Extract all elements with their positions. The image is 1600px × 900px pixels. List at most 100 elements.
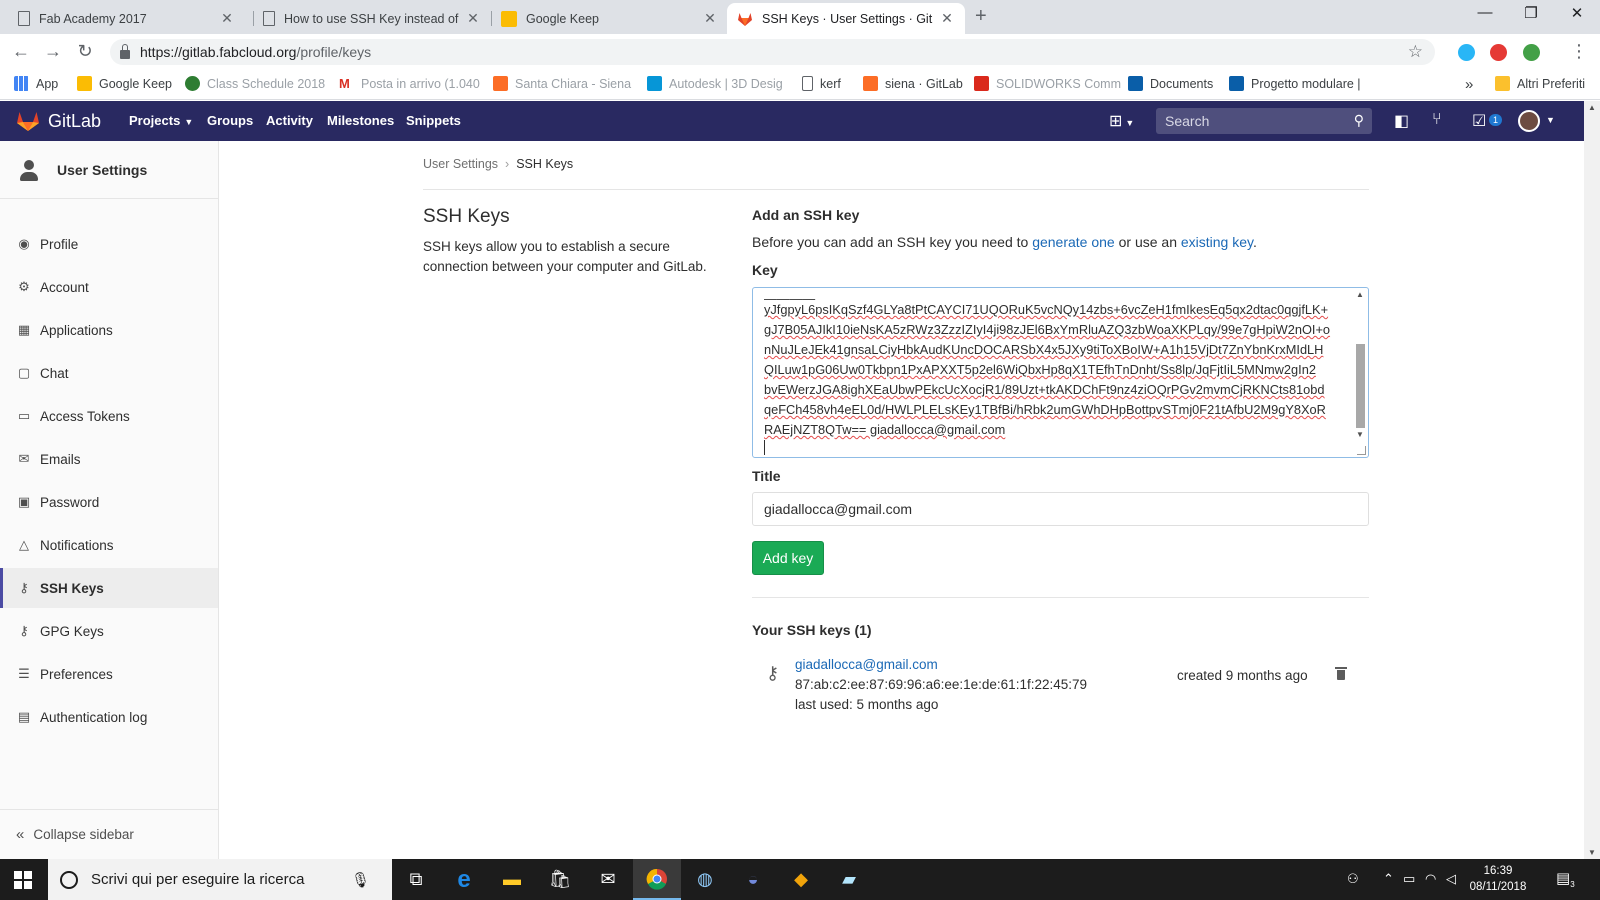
nav-groups[interactable]: Groups (207, 113, 253, 128)
chrome-icon[interactable] (633, 859, 681, 900)
scroll-up-icon[interactable]: ▲ (1356, 290, 1364, 299)
search-input[interactable]: Search ⚲ (1156, 108, 1372, 134)
wifi-icon[interactable]: ◠ (1425, 871, 1436, 887)
chevron-up-icon[interactable]: ⌃ (1383, 871, 1394, 887)
scroll-up-icon[interactable]: ▲ (1588, 103, 1596, 112)
sidebar-item-preferences[interactable]: ☰ Preferences (0, 654, 218, 694)
git-icon[interactable]: ◆ (777, 859, 825, 900)
sidebar-item-emails[interactable]: ✉ Emails (0, 439, 218, 479)
bookmark-item[interactable]: Progetto modulare | (1229, 76, 1361, 91)
edge-icon[interactable]: e (440, 859, 488, 900)
nav-snippets[interactable]: Snippets (406, 113, 461, 128)
minimize-button[interactable]: — (1462, 4, 1508, 21)
file-explorer-icon[interactable]: ▬ (488, 859, 536, 900)
breadcrumb-current[interactable]: SSH Keys (516, 157, 573, 171)
windows-start-icon[interactable] (14, 871, 32, 889)
microphone-icon[interactable]: 🎙 (351, 871, 370, 889)
sidebar-item-notifications[interactable]: △ Notifications (0, 525, 218, 565)
title-input[interactable]: giadallocca@gmail.com (752, 492, 1369, 526)
nav-activity[interactable]: Activity (266, 113, 313, 128)
sidebar-item-account[interactable]: ⚙ Account (0, 267, 218, 307)
scroll-down-icon[interactable]: ▼ (1588, 848, 1596, 857)
notification-center-icon[interactable]: ▤3 (1556, 869, 1575, 889)
bookmark-item[interactable]: M Posta in arrivo (1.040 (339, 76, 480, 91)
key-line-partial: ▬▬▬▬▬▬▬▬▬▬▬▬▬▬▬▬▬▬▬▬▬▬▬▬▬▬▬▬▬▬▬▬▬▬▬▬▬▬▬▬… (764, 291, 816, 300)
bookmark-item[interactable]: kerf (802, 76, 841, 91)
generate-one-link[interactable]: generate one (1032, 234, 1115, 250)
system-clock[interactable]: 16:39 08/11/2018 (1468, 863, 1528, 895)
scrollbar-thumb[interactable] (1356, 344, 1365, 428)
bookmark-item[interactable]: siena · GitLab (863, 76, 963, 91)
breadcrumb-parent[interactable]: User Settings (423, 157, 498, 171)
taskbar-search-input[interactable]: Scrivi qui per eseguire la ricerca 🎙 (48, 859, 392, 900)
reload-icon[interactable]: ↻ (74, 41, 96, 62)
sidebar-item-access-tokens[interactable]: ▭ Access Tokens (0, 396, 218, 436)
nav-milestones[interactable]: Milestones (327, 113, 394, 128)
other-bookmarks-folder[interactable]: Altri Preferiti (1495, 76, 1585, 91)
task-view-icon[interactable]: ⧉ (392, 859, 440, 900)
cloud-extension-icon[interactable] (1458, 44, 1475, 61)
sidebar-item-profile[interactable]: ◉ Profile (0, 224, 218, 264)
back-icon[interactable]: ← (10, 41, 32, 62)
gitlab-home-link[interactable]: GitLab (16, 110, 101, 132)
merge-requests-icon[interactable]: ⑂ (1432, 111, 1442, 129)
sidebar-item-password[interactable]: ▣ Password (0, 482, 218, 522)
people-icon[interactable]: ⚇ (1347, 871, 1359, 887)
ssh-key-title-link[interactable]: giadallocca@gmail.com (795, 657, 938, 672)
bookmark-item[interactable]: Autodesk | 3D Desig (647, 76, 783, 91)
restore-button[interactable]: ❐ (1508, 4, 1554, 22)
nav-projects[interactable]: Projects ▼ (129, 113, 193, 128)
page-title: SSH Keys (423, 206, 510, 227)
volume-icon[interactable]: ◁ (1446, 871, 1456, 887)
close-icon[interactable]: ✕ (939, 10, 955, 27)
trash-icon[interactable] (1334, 666, 1348, 682)
sidebar-item-gpg-keys[interactable]: ⚷ GPG Keys (0, 611, 218, 651)
browser-tab-active[interactable]: SSH Keys · User Settings · GitLab ✕ (727, 3, 965, 34)
browser-tab[interactable]: Google Keep ✕ (491, 3, 728, 34)
opera-extension-icon[interactable] (1490, 44, 1507, 61)
avatar[interactable] (1518, 110, 1540, 132)
resize-handle-icon[interactable] (1357, 446, 1366, 455)
browser-tab[interactable]: Fab Academy 2017 ✕ (8, 3, 245, 34)
menu-icon[interactable]: ⋮ (1568, 41, 1590, 62)
sidebar-item-authentication-log[interactable]: ▤ Authentication log (0, 697, 218, 737)
existing-key-link[interactable]: existing key (1181, 234, 1253, 250)
close-icon[interactable]: ✕ (702, 10, 718, 27)
bookmark-item[interactable]: Santa Chiara - Siena (493, 76, 631, 91)
bookmark-item[interactable]: Documents (1128, 76, 1213, 91)
url-field[interactable]: https://gitlab.fabcloud.org/profile/keys… (110, 39, 1435, 65)
bookmarks-more-button[interactable]: » (1465, 76, 1473, 93)
textarea-scrollbar[interactable]: ▲ ▼ (1354, 290, 1367, 455)
sidebar-item-chat[interactable]: ▢ Chat (0, 353, 218, 393)
page-scrollbar[interactable]: ▲ ▼ (1584, 101, 1600, 859)
star-icon[interactable]: ☆ (1408, 42, 1423, 62)
todos-icon[interactable]: ☑ (1472, 111, 1486, 131)
battery-icon[interactable]: ▭ (1403, 871, 1415, 887)
bookmark-item[interactable]: App (14, 76, 58, 91)
key-textarea[interactable]: ▬▬▬▬▬▬▬▬▬▬▬▬▬▬▬▬▬▬▬▬▬▬▬▬▬▬▬▬▬▬▬▬▬▬▬▬▬▬▬▬… (752, 287, 1369, 458)
app-icon[interactable]: ◍ (681, 859, 729, 900)
sidebar-header[interactable]: User Settings (0, 141, 218, 199)
profile-icon[interactable] (1523, 44, 1540, 61)
new-tab-button[interactable]: + (975, 5, 987, 28)
scroll-down-icon[interactable]: ▼ (1356, 430, 1364, 439)
close-window-button[interactable]: ✕ (1554, 4, 1600, 22)
sidebar-item-ssh-keys[interactable]: ⚷ SSH Keys (0, 568, 218, 608)
new-item-icon[interactable]: ⊞ ▼ (1109, 111, 1134, 131)
issues-icon[interactable]: ◧ (1394, 111, 1409, 131)
bookmark-item[interactable]: SOLIDWORKS Comm (974, 76, 1121, 91)
store-icon[interactable]: 🛍 (536, 859, 584, 900)
close-icon[interactable]: ✕ (465, 10, 481, 27)
bookmark-item[interactable]: Google Keep (77, 76, 172, 91)
discord-icon[interactable]: ◒ (729, 859, 777, 900)
browser-tab[interactable]: How to use SSH Key instead of H ✕ (253, 3, 491, 34)
add-key-button[interactable]: Add key (752, 541, 824, 575)
close-icon[interactable]: ✕ (219, 10, 235, 27)
collapse-sidebar-button[interactable]: «Collapse sidebar (0, 809, 218, 859)
sidebar-item-applications[interactable]: ▦ Applications (0, 310, 218, 350)
mail-icon[interactable]: ✉ (584, 859, 632, 900)
chevron-down-icon[interactable]: ▼ (1546, 115, 1555, 125)
bookmark-item[interactable]: Class Schedule 2018 (185, 76, 325, 91)
notes-icon[interactable]: ▰ (825, 859, 873, 900)
forward-icon[interactable]: → (42, 41, 64, 62)
